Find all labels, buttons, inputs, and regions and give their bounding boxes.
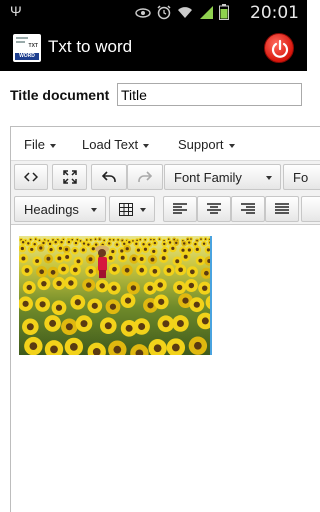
align-justify-icon (275, 203, 289, 214)
title-document-label: Title document (10, 87, 110, 103)
more-toolbar-button[interactable] (301, 196, 320, 222)
chevron-down-icon (140, 208, 146, 212)
editor-menubar: File Load Text Support (11, 127, 320, 161)
redo-button[interactable] (127, 164, 163, 190)
table-icon (119, 202, 133, 216)
redo-icon (138, 171, 152, 182)
editor-content[interactable] (11, 226, 320, 512)
code-icon (24, 172, 38, 182)
signal-icon (198, 4, 214, 20)
align-center-icon (207, 203, 221, 214)
table-button[interactable] (109, 196, 155, 222)
font-size-label: Fo (293, 169, 309, 185)
font-size-select[interactable]: Fo (283, 164, 320, 190)
app-icon-txt: TXT (28, 43, 38, 49)
fullscreen-button[interactable] (52, 164, 87, 190)
clock: 20:01 (250, 3, 299, 23)
usb-icon: Ψ (10, 3, 22, 19)
chevron-down-icon (266, 176, 272, 180)
wifi-icon (177, 4, 193, 20)
align-left-icon (173, 203, 187, 214)
headings-select[interactable]: Headings (14, 196, 106, 222)
sunflower-image[interactable] (19, 236, 212, 355)
app-icon: TXT WORD (13, 34, 41, 62)
undo-button[interactable] (91, 164, 127, 190)
status-bar: Ψ 20:01 (0, 0, 307, 25)
power-button[interactable] (264, 33, 294, 63)
app-icon-word: WORD (15, 53, 39, 60)
chevron-down-icon (91, 208, 97, 212)
align-right-button[interactable] (231, 196, 265, 222)
title-row: Title document (10, 83, 302, 107)
menu-load-text-label: Load Text (82, 137, 139, 152)
chevron-down-icon (49, 143, 56, 148)
alarm-icon (156, 4, 172, 20)
headings-label: Headings (24, 201, 79, 217)
eye-icon (135, 4, 151, 20)
editor-toolbar-1: Font Family Fo (11, 161, 320, 193)
undo-icon (102, 171, 116, 182)
fullscreen-icon (62, 170, 77, 184)
menu-file[interactable]: File (24, 137, 56, 152)
menu-load-text[interactable]: Load Text (82, 137, 150, 152)
align-left-button[interactable] (163, 196, 197, 222)
power-icon (271, 39, 289, 58)
font-family-select[interactable]: Font Family (164, 164, 281, 190)
title-document-input[interactable] (117, 83, 302, 106)
font-family-label: Font Family (174, 169, 242, 185)
action-bar: TXT WORD Txt to word (0, 25, 307, 71)
rich-text-editor: File Load Text Support Font Family Fo He… (10, 126, 320, 512)
align-justify-button[interactable] (265, 196, 299, 222)
menu-support-label: Support (178, 137, 224, 152)
app-title: Txt to word (48, 37, 133, 56)
source-code-button[interactable] (14, 164, 48, 190)
align-center-button[interactable] (197, 196, 231, 222)
menu-support[interactable]: Support (178, 137, 235, 152)
battery-icon (219, 4, 235, 20)
sunflower-field-picture (19, 236, 210, 355)
align-right-icon (241, 203, 255, 214)
editor-toolbar-2: Headings (11, 193, 320, 225)
status-icons (135, 4, 235, 20)
menu-file-label: File (24, 137, 45, 152)
chevron-down-icon (143, 143, 150, 148)
chevron-down-icon (228, 143, 235, 148)
